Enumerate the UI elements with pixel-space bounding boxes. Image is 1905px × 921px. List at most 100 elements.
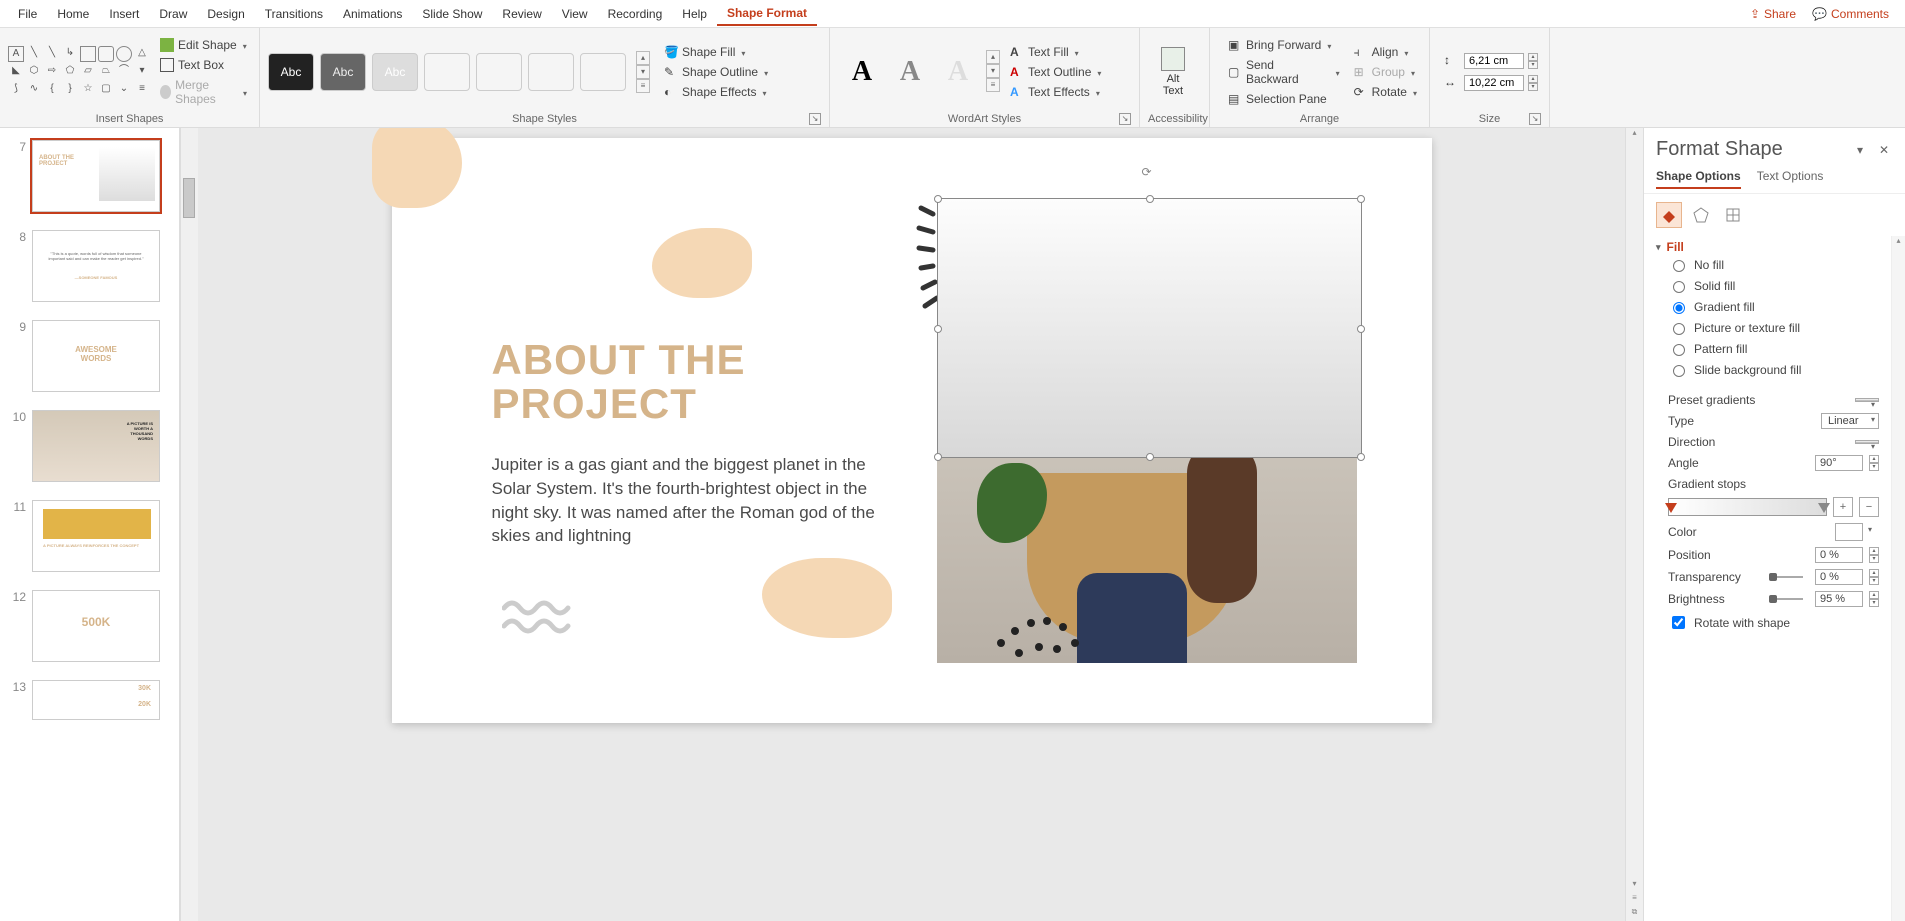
text-box-button[interactable]: Text Box — [156, 56, 251, 74]
resize-handle-bc[interactable] — [1146, 453, 1154, 461]
transparency-slider[interactable] — [1769, 576, 1803, 578]
gallery-up-icon[interactable]: ▴ — [636, 51, 650, 65]
shape-callout-icon[interactable]: ▢ — [98, 82, 114, 98]
slide-bg-fill-radio[interactable] — [1673, 365, 1685, 377]
tab-transitions[interactable]: Transitions — [255, 3, 333, 25]
picture-fill-label[interactable]: Picture or texture fill — [1694, 321, 1879, 335]
angle-up[interactable]: ▴ — [1869, 455, 1879, 463]
pane-tab-text-options[interactable]: Text Options — [1757, 169, 1824, 189]
pane-options-icon[interactable]: ▾ — [1851, 141, 1869, 159]
shape-pent-icon[interactable]: ⬠ — [62, 64, 78, 80]
shape-brace2-icon[interactable]: } — [62, 82, 78, 98]
thumb-slide-8[interactable]: "This is a quote, words full of wisdom t… — [32, 230, 160, 302]
shape-hex-icon[interactable]: ⬡ — [26, 64, 42, 80]
shape-effects-button[interactable]: ◐Shape Effects — [660, 83, 772, 101]
width-up[interactable]: ▴ — [1528, 75, 1538, 83]
align-button[interactable]: ⫞Align — [1350, 43, 1421, 61]
shape-star-icon[interactable]: ☆ — [80, 82, 96, 98]
share-button[interactable]: ⇪Share — [1742, 3, 1804, 25]
tab-review[interactable]: Review — [492, 3, 551, 25]
shape-expand-icon[interactable]: ≡ — [134, 82, 150, 98]
height-input[interactable] — [1464, 53, 1524, 69]
picture-fill-radio[interactable] — [1673, 323, 1685, 335]
text-effects-button[interactable]: AText Effects — [1006, 83, 1105, 101]
stop-color-button[interactable] — [1835, 523, 1863, 541]
style-swatch[interactable] — [476, 53, 522, 91]
gradient-fill-radio[interactable] — [1673, 302, 1685, 314]
shape-para-icon[interactable]: ▱ — [80, 64, 96, 80]
rotate-with-shape-checkbox[interactable] — [1672, 616, 1685, 629]
add-stop-button[interactable]: + — [1833, 497, 1853, 517]
wordart-launcher[interactable]: ↘ — [1119, 113, 1131, 125]
tab-insert[interactable]: Insert — [99, 3, 149, 25]
tab-file[interactable]: File — [8, 3, 47, 25]
pane-scrollbar[interactable]: ▴ — [1891, 236, 1905, 921]
tab-slideshow[interactable]: Slide Show — [412, 3, 492, 25]
slide-bg-fill-label[interactable]: Slide background fill — [1694, 363, 1879, 377]
fill-line-tab-icon[interactable] — [1656, 202, 1682, 228]
resize-handle-tr[interactable] — [1357, 195, 1365, 203]
thumb-slide-13[interactable]: 30K 20K — [32, 680, 160, 720]
tab-recording[interactable]: Recording — [598, 3, 673, 25]
no-fill-radio[interactable] — [1673, 260, 1685, 272]
slide-thumbnails[interactable]: 7 ABOUT THE PROJECT 8 "This is a quote, … — [0, 128, 180, 921]
rotate-button[interactable]: ⟳Rotate — [1350, 83, 1421, 101]
shape-fill-button[interactable]: 🪣Shape Fill — [660, 43, 772, 61]
resize-handle-ml[interactable] — [934, 325, 942, 333]
resize-handle-bl[interactable] — [934, 453, 942, 461]
shapes-gallery[interactable]: A ╲ ╲ ↳ △ ◣ ⬡ ⇨ ⬠ ▱ ⏢ ⌒ ▾ ⟆ ∿ { } ☆ — [8, 46, 150, 98]
angle-input[interactable]: 90° — [1815, 455, 1863, 471]
thumb-slide-7[interactable]: ABOUT THE PROJECT — [32, 140, 160, 212]
alt-text-button[interactable]: Alt Text — [1148, 44, 1198, 100]
thumb-slide-9[interactable]: AWESOME WORDS — [32, 320, 160, 392]
gallery-up-icon[interactable]: ▴ — [986, 50, 1000, 64]
style-swatch[interactable]: Abc — [320, 53, 366, 91]
wordart-swatch[interactable]: A — [886, 50, 934, 94]
wordart-swatch[interactable]: A — [934, 50, 982, 94]
shape-textbox-icon[interactable]: A — [8, 46, 24, 62]
gradient-stop[interactable] — [1818, 503, 1830, 517]
shape-rtriangle-icon[interactable]: ◣ — [8, 64, 24, 80]
shape-scroll-icon[interactable]: ⌄ — [116, 82, 132, 98]
shape-rect-icon[interactable] — [80, 46, 96, 62]
remove-stop-button[interactable]: − — [1859, 497, 1879, 517]
shape-brace-icon[interactable]: { — [44, 82, 60, 98]
width-down[interactable]: ▾ — [1528, 83, 1538, 91]
tab-animations[interactable]: Animations — [333, 3, 412, 25]
gradient-stops-track[interactable] — [1668, 498, 1827, 516]
bring-forward-button[interactable]: ▣Bring Forward — [1224, 36, 1344, 54]
gallery-down-icon[interactable]: ▾ — [986, 64, 1000, 78]
resize-handle-tc[interactable] — [1146, 195, 1154, 203]
resize-handle-mr[interactable] — [1357, 325, 1365, 333]
tab-home[interactable]: Home — [47, 3, 99, 25]
selection-pane-button[interactable]: ▤Selection Pane — [1224, 90, 1344, 108]
slide-canvas[interactable]: ABOUT THE PROJECT Jupiter is a gas giant… — [198, 128, 1625, 921]
angle-down[interactable]: ▾ — [1869, 463, 1879, 471]
selected-shape[interactable]: ⟳ — [937, 198, 1362, 458]
text-fill-button[interactable]: AText Fill — [1006, 43, 1105, 61]
edit-shape-button[interactable]: Edit Shape — [156, 36, 251, 54]
direction-combo[interactable] — [1855, 440, 1879, 444]
pane-close-icon[interactable]: ✕ — [1875, 141, 1893, 159]
thumb-slide-12[interactable]: 500K — [32, 590, 160, 662]
gallery-more-icon[interactable]: ≡ — [986, 78, 1000, 92]
shape-curve-icon[interactable]: ∿ — [26, 82, 42, 98]
thumb-slide-10[interactable]: A PICTURE IS WORTH A THOUSAND WORDS — [32, 410, 160, 482]
height-down[interactable]: ▾ — [1528, 61, 1538, 69]
height-up[interactable]: ▴ — [1528, 53, 1538, 61]
pos-down[interactable]: ▾ — [1869, 555, 1879, 563]
rotate-with-shape-label[interactable]: Rotate with shape — [1694, 616, 1879, 630]
style-swatch[interactable]: Abc — [268, 53, 314, 91]
pattern-fill-label[interactable]: Pattern fill — [1694, 342, 1879, 356]
shape-roundrect-icon[interactable] — [98, 46, 114, 62]
position-input[interactable]: 0 % — [1815, 547, 1863, 563]
effects-tab-icon[interactable] — [1688, 202, 1714, 228]
shape-arc-icon[interactable]: ⟆ — [8, 82, 24, 98]
fill-section-header[interactable]: Fill — [1656, 240, 1879, 254]
tab-design[interactable]: Design — [197, 3, 254, 25]
brightness-slider[interactable] — [1769, 598, 1803, 600]
br-down[interactable]: ▾ — [1869, 599, 1879, 607]
comments-button[interactable]: 💬Comments — [1804, 3, 1897, 25]
thumb-slide-11[interactable]: A PICTURE ALWAYS REINFORCES THE CONCEPT — [32, 500, 160, 572]
solid-fill-radio[interactable] — [1673, 281, 1685, 293]
